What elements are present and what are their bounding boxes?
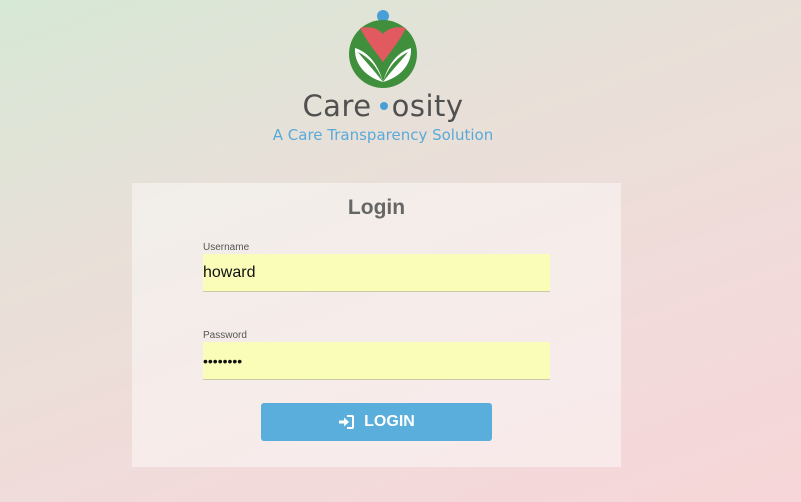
brand-name-part-a: Care: [302, 89, 372, 123]
username-input[interactable]: [203, 254, 550, 292]
login-button[interactable]: LOGIN: [261, 403, 492, 441]
brand-tagline: A Care Transparency Solution: [272, 126, 494, 144]
login-card: Login Username Password •••••••• LOGIN: [132, 183, 621, 467]
login-button-label: LOGIN: [364, 413, 415, 430]
password-label: Password: [203, 330, 247, 341]
brand-header: Care osity A Care Transparency Solution: [0, 0, 801, 160]
careosity-logo-icon: [349, 10, 417, 88]
username-label: Username: [203, 242, 250, 253]
password-value: ••••••••: [203, 352, 243, 369]
brand-name: Care osity: [0, 86, 766, 126]
brand-name-part-b: osity: [391, 89, 464, 123]
password-input[interactable]: ••••••••: [203, 342, 550, 380]
brand-dot-icon: [379, 102, 388, 110]
login-title: Login: [347, 196, 406, 219]
sign-in-icon: [339, 415, 355, 429]
